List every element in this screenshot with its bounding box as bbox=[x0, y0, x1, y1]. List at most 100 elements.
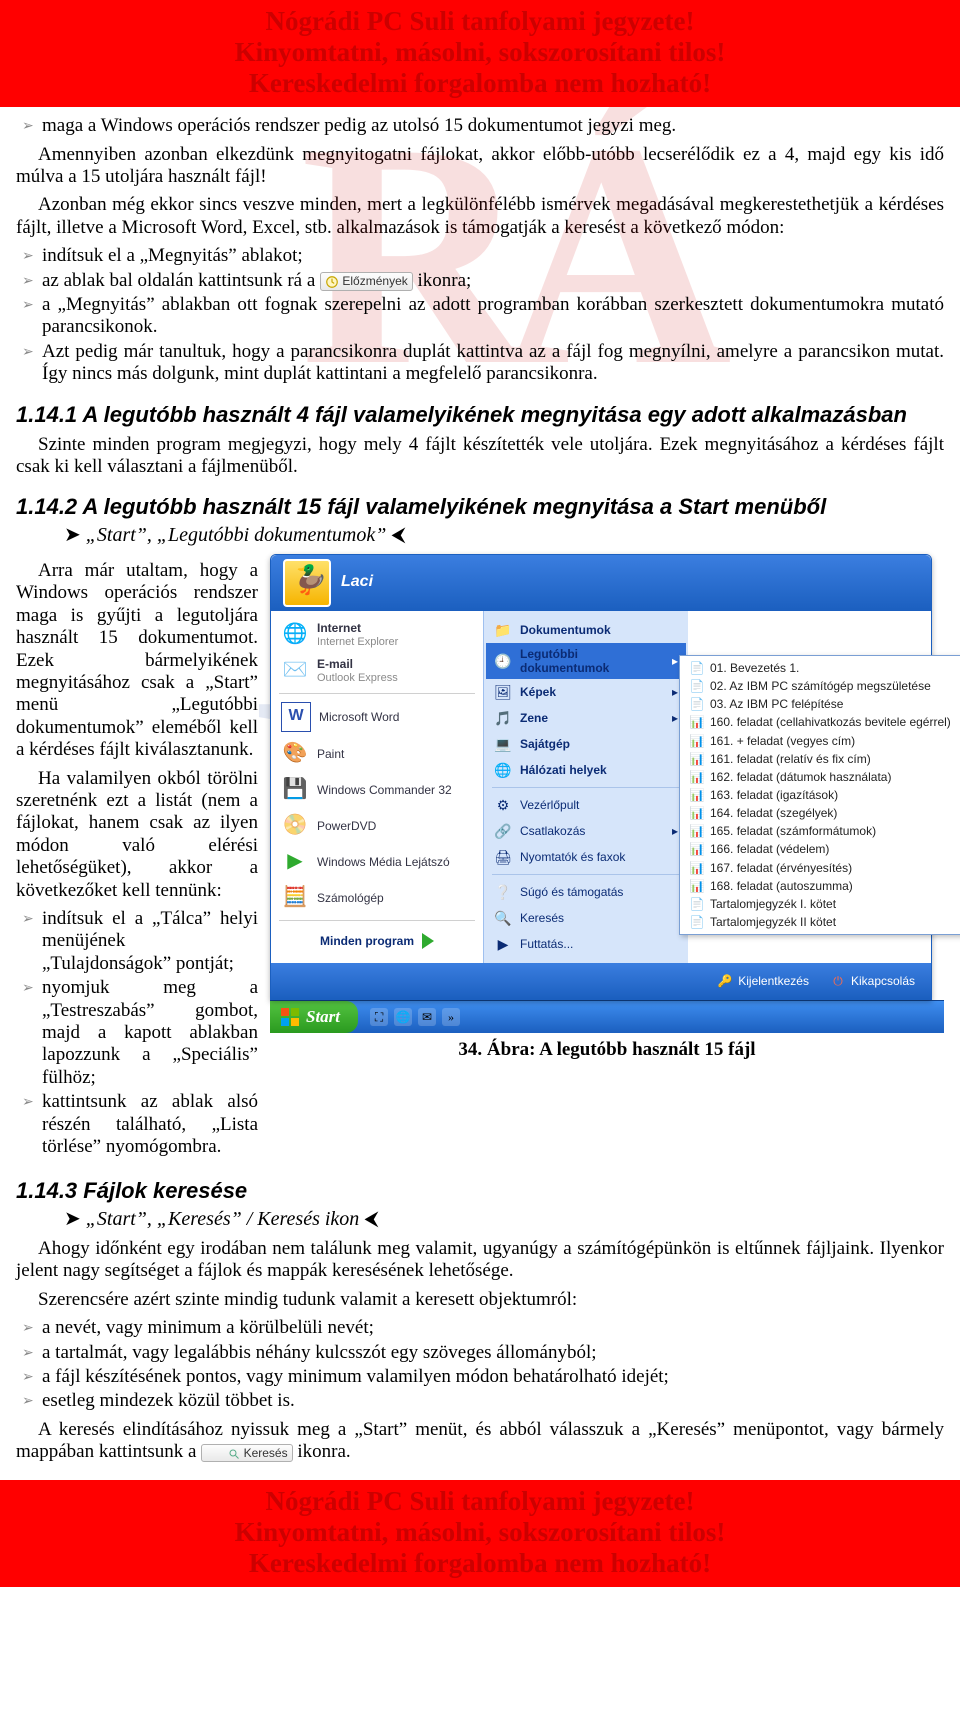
tray-icon[interactable]: ✉ bbox=[418, 1008, 436, 1026]
tray-icon[interactable]: ⛶ bbox=[370, 1008, 388, 1026]
start-button[interactable]: Start bbox=[270, 1001, 358, 1033]
recent-wmp[interactable]: ▶Windows Média Lejátszó bbox=[273, 844, 481, 880]
banner-line-1: Nógrádi PC Suli tanfolyami jegyzete! bbox=[0, 1486, 960, 1517]
recent-doc-item[interactable]: 📊161. feladat (relatív és fix cím) bbox=[682, 750, 960, 768]
recent-doc-item[interactable]: 📊161. + feladat (vegyes cím) bbox=[682, 732, 960, 750]
section-1-14-1-para: Szinte minden program megjegyzi, hogy me… bbox=[16, 434, 944, 479]
header-banner: Nógrádi PC Suli tanfolyami jegyzete! Kin… bbox=[0, 0, 960, 107]
intro-paragraph-1: Amennyiben azonban elkezdünk megnyitogat… bbox=[16, 144, 944, 189]
right-network[interactable]: 🌐Hálózati helyek bbox=[486, 757, 686, 783]
excel-doc-icon: 📊 bbox=[690, 806, 704, 820]
right-search[interactable]: 🔍Keresés bbox=[486, 905, 686, 931]
recent-icon: 🕘 bbox=[494, 652, 512, 670]
recent-word[interactable]: WMicrosoft Word bbox=[273, 698, 481, 736]
green-arrow-icon bbox=[422, 933, 434, 949]
paint-icon: 🎨 bbox=[281, 740, 309, 768]
right-connect[interactable]: 🔗Csatlakozás bbox=[486, 818, 686, 844]
tray-icon[interactable]: 🌐 bbox=[394, 1008, 412, 1026]
section-1-14-2-path: „Start”, „Legutóbbi dokumentumok” bbox=[64, 524, 944, 548]
recent-wincmd[interactable]: 💾Windows Commander 32 bbox=[273, 772, 481, 808]
right-music[interactable]: 🎵Zene bbox=[486, 705, 686, 731]
word-doc-icon: 📄 bbox=[690, 697, 704, 711]
excel-doc-icon: 📊 bbox=[690, 715, 704, 729]
search-icon: 🔍 bbox=[494, 909, 512, 927]
banner-line-3: Kereskedelmi forgalomba nem hozható! bbox=[0, 68, 960, 99]
section-1-14-3-path: „Start”, „Keresés” / Keresés ikon bbox=[64, 1208, 944, 1232]
right-pictures[interactable]: 🖼Képek bbox=[486, 679, 686, 705]
intro-paragraph-2: Azonban még ekkor sincs veszve minden, m… bbox=[16, 194, 944, 239]
right-mycomputer[interactable]: 💻Sajátgép bbox=[486, 731, 686, 757]
ie-icon: 🌐 bbox=[281, 621, 309, 649]
user-name: Laci bbox=[341, 573, 373, 592]
sec2-step: nyomjuk meg a „Testreszabás” gombot, maj… bbox=[22, 977, 258, 1089]
sec3-bullet: a tartalmát, vagy legalábbis néhány kulc… bbox=[22, 1342, 944, 1364]
recent-doc-item[interactable]: 📊165. feladat (számformátumok) bbox=[682, 822, 960, 840]
history-icon[interactable]: Előzmények bbox=[320, 272, 413, 291]
right-help[interactable]: ❔Súgó és támogatás bbox=[486, 879, 686, 905]
search-toolbar-icon[interactable]: Keresés bbox=[201, 1444, 292, 1462]
all-programs[interactable]: Minden program bbox=[273, 925, 481, 957]
banner-line-1: Nógrádi PC Suli tanfolyami jegyzete! bbox=[0, 6, 960, 37]
music-icon: 🎵 bbox=[494, 709, 512, 727]
right-recent-docs[interactable]: 🕘Legutóbbi dokumentumok bbox=[486, 643, 686, 679]
method-step: a „Megnyitás” ablakban ott fognak szerep… bbox=[22, 294, 944, 339]
link-icon: 🔗 bbox=[494, 822, 512, 840]
separator bbox=[492, 874, 680, 875]
recent-paint[interactable]: 🎨Paint bbox=[273, 736, 481, 772]
pictures-icon: 🖼 bbox=[494, 683, 512, 701]
recent-doc-item[interactable]: 📊164. feladat (szegélyek) bbox=[682, 804, 960, 822]
recent-doc-item[interactable]: 📄03. Az IBM PC felépítése bbox=[682, 695, 960, 713]
logoff-button[interactable]: 🔑Kijelentkezés bbox=[718, 974, 809, 988]
excel-doc-icon: 📊 bbox=[690, 861, 704, 875]
pinned-internet[interactable]: 🌐 InternetInternet Explorer bbox=[273, 617, 481, 653]
sec2-step: indítsuk el a „Tálca” helyi menüjének „T… bbox=[22, 908, 258, 975]
calculator-icon: 🧮 bbox=[281, 884, 309, 912]
recent-doc-item[interactable]: 📄02. Az IBM PC számítógép megszületése bbox=[682, 677, 960, 695]
excel-doc-icon: 📊 bbox=[690, 843, 704, 857]
page-content: RÁ UL maga a Windows operációs rendszer … bbox=[0, 107, 960, 1480]
windows-logo-icon bbox=[280, 1007, 300, 1027]
shutdown-button[interactable]: ⏻Kikapcsolás bbox=[831, 974, 915, 988]
right-printers[interactable]: 🖨Nyomtatók és faxok bbox=[486, 844, 686, 870]
separator bbox=[492, 787, 680, 788]
recent-powerdvd[interactable]: 📀PowerDVD bbox=[273, 808, 481, 844]
section-1-14-2-text-column: Arra már utaltam, hogy a Windows operáci… bbox=[16, 554, 258, 1163]
method-step: indítsuk el a „Megnyitás” ablakot; bbox=[22, 245, 944, 267]
recent-doc-item[interactable]: 📊160. feladat (cellahivatkozás bevitele … bbox=[682, 713, 960, 731]
right-controlpanel[interactable]: ⚙Vezérlőpult bbox=[486, 792, 686, 818]
recent-doc-item[interactable]: 📊163. feladat (igazítások) bbox=[682, 786, 960, 804]
sec3-bullets: a nevét, vagy minimum a körülbelüli nevé… bbox=[16, 1317, 944, 1413]
printer-icon: 🖨 bbox=[494, 848, 512, 866]
sec3-bullet: esetleg mindezek közül többet is. bbox=[22, 1390, 944, 1412]
right-run[interactable]: ▶Futtatás... bbox=[486, 931, 686, 957]
pinned-email[interactable]: ✉️ E-mailOutlook Express bbox=[273, 653, 481, 689]
tray-icon[interactable]: » bbox=[442, 1008, 460, 1026]
recent-doc-item[interactable]: 📊168. feladat (autoszumma) bbox=[682, 877, 960, 895]
separator bbox=[279, 920, 475, 921]
section-1-14-3-title: 1.14.3 Fájlok keresése bbox=[16, 1178, 944, 1204]
method-step: Azt pedig már tanultuk, hogy a parancsik… bbox=[22, 341, 944, 386]
recent-doc-item[interactable]: 📊167. feladat (érvényesítés) bbox=[682, 859, 960, 877]
recent-doc-item[interactable]: 📄01. Bevezetés 1. bbox=[682, 659, 960, 677]
sec3-bullet: a fájl készítésének pontos, vagy minimum… bbox=[22, 1366, 944, 1388]
sec2-para2: Ha valamilyen okból törölni szeretnénk e… bbox=[16, 768, 258, 902]
sec3-para2: Szerencsére azért szinte mindig tudunk v… bbox=[16, 1289, 944, 1311]
taskbar: Start ⛶ 🌐 ✉ » bbox=[270, 1000, 944, 1033]
start-menu: Laci 🌐 InternetInternet Explorer ✉️ E-ma… bbox=[270, 554, 932, 1000]
right-documents[interactable]: 📁Dokumentumok bbox=[486, 617, 686, 643]
recent-doc-item[interactable]: 📄Tartalomjegyzék I. kötet bbox=[682, 895, 960, 913]
recent-calc[interactable]: 🧮Számológép bbox=[273, 880, 481, 916]
recent-documents-submenu: 📄01. Bevezetés 1.📄02. Az IBM PC számítóg… bbox=[679, 655, 960, 935]
excel-doc-icon: 📊 bbox=[690, 752, 704, 766]
user-avatar-icon bbox=[283, 559, 331, 607]
word-doc-icon: 📄 bbox=[690, 897, 704, 911]
recent-doc-item[interactable]: 📄Tartalomjegyzék II kötet bbox=[682, 913, 960, 931]
logoff-icon: 🔑 bbox=[718, 974, 732, 988]
power-icon: ⏻ bbox=[831, 974, 845, 988]
recent-doc-item[interactable]: 📊166. feladat (védelem) bbox=[682, 840, 960, 858]
recent-doc-item[interactable]: 📊162. feladat (dátumok használata) bbox=[682, 768, 960, 786]
disc-icon: 📀 bbox=[281, 812, 309, 840]
banner-line-3: Kereskedelmi forgalomba nem hozható! bbox=[0, 1548, 960, 1579]
separator bbox=[279, 693, 475, 694]
computer-icon: 💻 bbox=[494, 735, 512, 753]
